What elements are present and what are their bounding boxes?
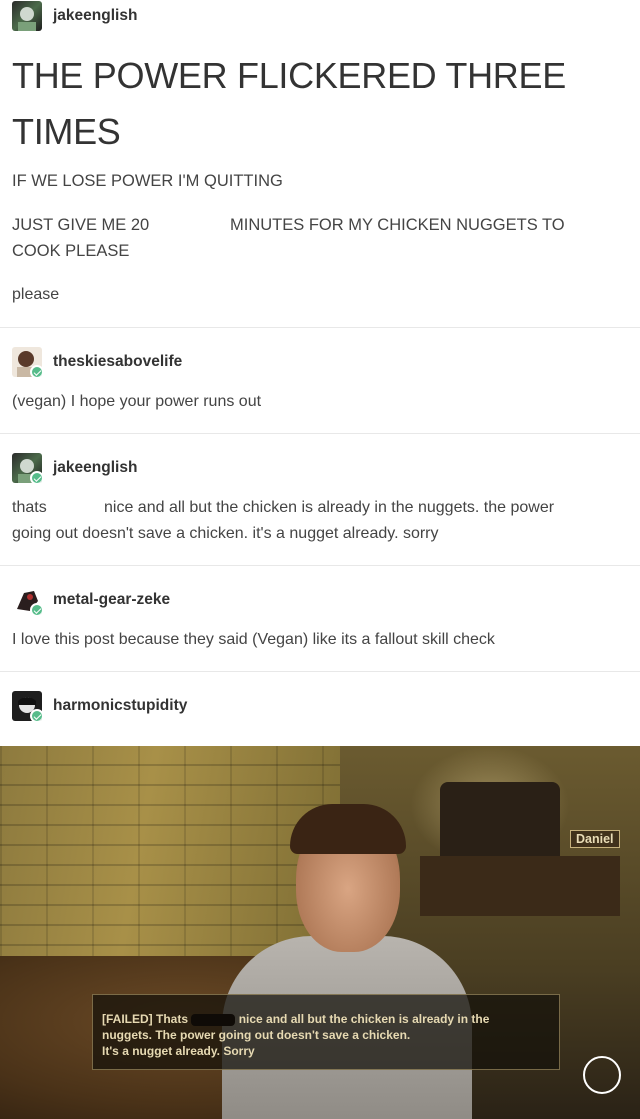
reblog-header: theskiesabovelife (12, 346, 182, 378)
post-header: jakeenglish (12, 0, 137, 32)
reblog-text: thats (12, 499, 47, 516)
reblog-text: nice and all but the chicken is already … (104, 499, 555, 516)
reblog-text: I love this post because they said (Vega… (12, 631, 495, 648)
dialogue-line: It's a nugget already. Sorry (102, 1044, 255, 1058)
username[interactable]: metal-gear-zeke (53, 591, 170, 609)
post-line: COOK PLEASE (12, 242, 130, 260)
reblog-header: jakeenglish (12, 452, 137, 484)
reblog-image: Daniel [FAILED] Thats nice and all but t… (0, 746, 640, 1119)
dialogue-line: nuggets. The power going out doesn't sav… (102, 1028, 411, 1042)
person-hair (290, 804, 406, 854)
reblog-header: metal-gear-zeke (12, 584, 170, 616)
username[interactable]: jakeenglish (53, 7, 137, 25)
avatar[interactable] (12, 691, 42, 721)
table-shape (420, 856, 620, 916)
avatar[interactable] (12, 1, 42, 31)
reblog-header: harmonicstupidity (12, 690, 187, 722)
avatar-image-icon (18, 7, 36, 31)
divider (0, 433, 640, 434)
post-line: MINUTES FOR MY CHICKEN NUGGETS TO (230, 216, 565, 234)
dialogue-line: [FAILED] Thats nice and all but the chic… (102, 1012, 489, 1026)
speaker-name-tag: Daniel (570, 830, 620, 848)
post-line: JUST GIVE ME 20 (12, 216, 150, 234)
circle-icon (583, 1056, 621, 1094)
reblog-badge-icon (30, 709, 42, 721)
reblog-badge-icon (30, 471, 42, 483)
reblog-text: going out doesn't save a chicken. it's a… (12, 525, 439, 542)
reblog-badge-icon (30, 365, 42, 377)
dialogue-text: nice and all but the chicken is already … (238, 1012, 490, 1026)
post-title: THE POWER FLICKERED THREE TIMES (12, 55, 566, 152)
dialogue-text: [FAILED] Thats (102, 1012, 188, 1026)
username[interactable]: jakeenglish (53, 459, 137, 477)
divider (0, 327, 640, 328)
username[interactable]: harmonicstupidity (53, 697, 187, 715)
avatar[interactable] (12, 585, 42, 615)
divider (0, 671, 640, 672)
reblog-badge-icon (30, 603, 42, 615)
reblog-text: (vegan) I hope your power runs out (12, 393, 262, 410)
redaction-block (191, 1013, 236, 1026)
avatar[interactable] (12, 347, 42, 377)
divider (0, 565, 640, 566)
avatar[interactable] (12, 453, 42, 483)
username[interactable]: theskiesabovelife (53, 353, 182, 371)
post-line: please (12, 286, 60, 303)
post-line: IF WE LOSE POWER I'M QUITTING (12, 172, 283, 190)
